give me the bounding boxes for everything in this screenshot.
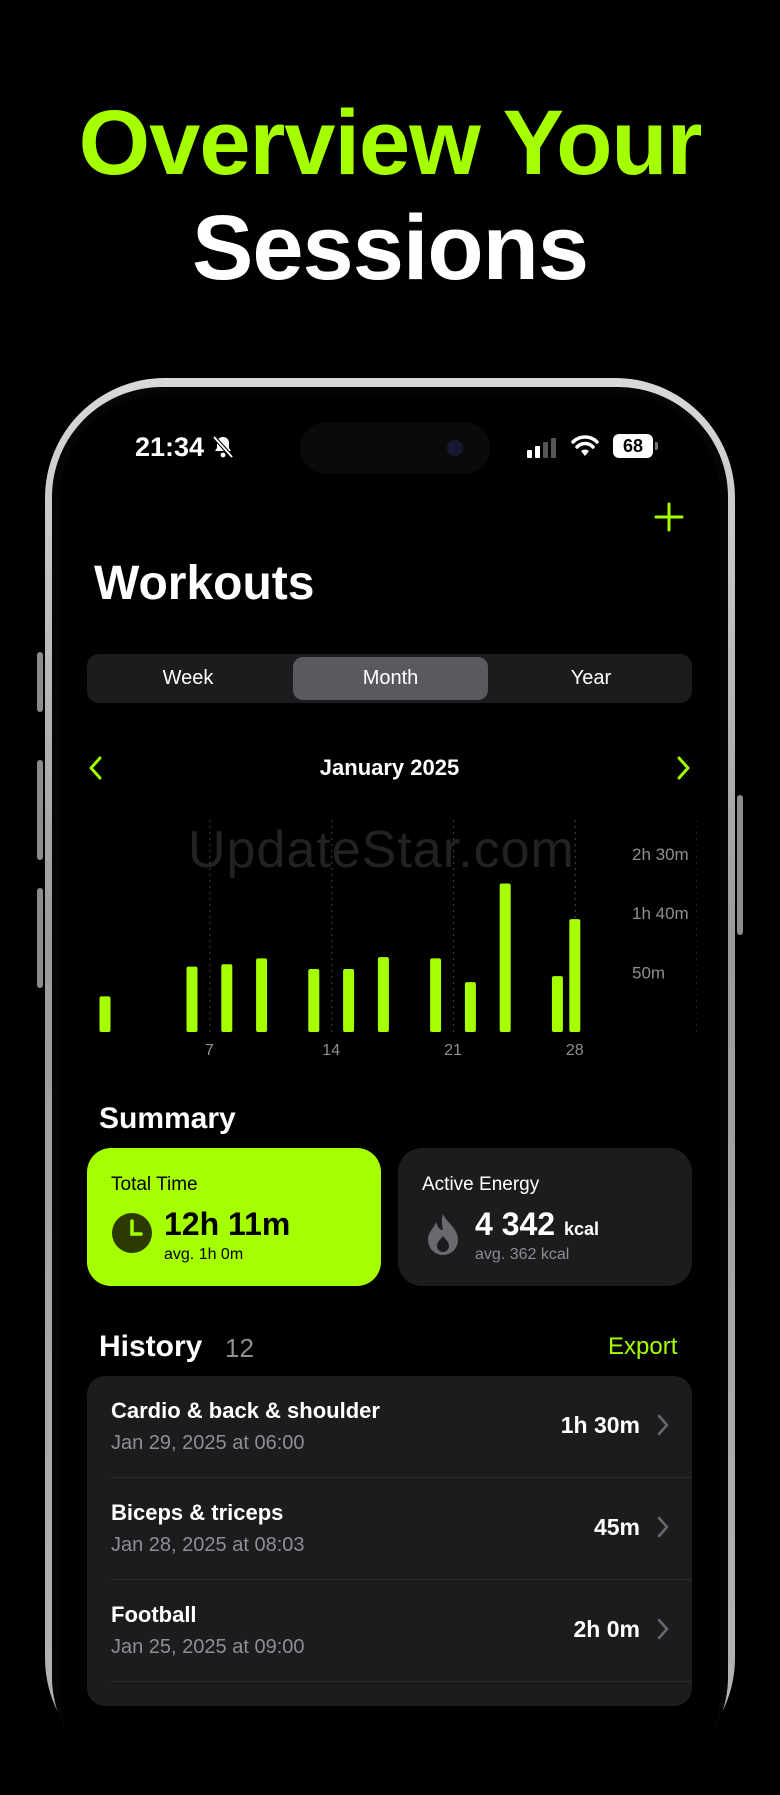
- workout-name: Football: [111, 1602, 197, 1627]
- x-axis-tick-label: 28: [566, 1042, 584, 1059]
- clock-icon: [112, 1213, 152, 1253]
- headline-line-2: Sessions: [192, 197, 589, 299]
- history-list: Cardio & back & shoulder Jan 29, 2025 at…: [87, 1376, 692, 1706]
- wifi-icon: [571, 435, 599, 456]
- y-axis-tick-label: 1h 40m: [632, 904, 689, 923]
- next-period-chevron-icon[interactable]: [674, 754, 692, 782]
- battery-tip: [655, 442, 658, 450]
- chart-bar: [343, 969, 355, 1032]
- x-axis-tick-label: 7: [205, 1042, 214, 1059]
- camera-icon: [447, 440, 463, 456]
- chevron-right-icon: [657, 1414, 669, 1436]
- workout-name: Cardio & back & shoulder: [111, 1398, 380, 1423]
- chart-bar: [308, 969, 320, 1032]
- export-button[interactable]: Export: [608, 1333, 677, 1361]
- silent-bell-icon: [212, 435, 234, 459]
- total-time-value: 12h 11m: [164, 1206, 291, 1242]
- x-axis-tick-label: 21: [444, 1042, 462, 1059]
- chart-bar: [377, 957, 389, 1032]
- segment-week[interactable]: Week: [87, 654, 289, 703]
- y-axis-tick-label: 2h 30m: [632, 845, 689, 864]
- history-heading: History: [99, 1330, 203, 1363]
- period-label: January 2025: [319, 755, 460, 780]
- history-item-1[interactable]: Cardio & back & shoulder Jan 29, 2025 at…: [87, 1376, 692, 1478]
- workout-name: Biceps & triceps: [111, 1500, 284, 1525]
- total-time-average: avg. 1h 0m: [164, 1246, 244, 1263]
- workout-date: Jan 25, 2025 at 09:00: [111, 1636, 305, 1658]
- chart-bar: [99, 996, 111, 1032]
- add-workout-button[interactable]: [652, 500, 686, 534]
- segment-month[interactable]: Month: [293, 657, 488, 700]
- segment-year[interactable]: Year: [490, 654, 692, 703]
- status-time: 21:34: [135, 432, 205, 462]
- chevron-right-icon: [657, 1618, 669, 1640]
- history-item-2[interactable]: Biceps & triceps Jan 28, 2025 at 08:03 4…: [87, 1478, 692, 1580]
- headline-line-1: Overview Your: [78, 92, 703, 194]
- workout-date: Jan 29, 2025 at 06:00: [111, 1432, 305, 1454]
- chart-bar: [430, 958, 442, 1032]
- chart-bar: [464, 982, 476, 1032]
- total-time-label: Total Time: [111, 1174, 198, 1195]
- chart-bar: [221, 964, 233, 1032]
- y-axis-tick-label: 50m: [632, 964, 665, 983]
- page-title: Workouts: [94, 557, 315, 610]
- period-segmented-control: Week Month Year: [87, 654, 692, 703]
- x-axis-tick-label: 14: [322, 1042, 340, 1059]
- period-navigator: January 2025: [87, 750, 692, 786]
- workout-duration: 2h 0m: [573, 1616, 640, 1642]
- row-divider: [111, 1681, 692, 1682]
- chart-bar: [551, 976, 563, 1032]
- chevron-right-icon: [657, 1516, 669, 1538]
- workout-duration: 1h 30m: [560, 1412, 640, 1438]
- active-energy-unit: kcal: [563, 1219, 600, 1239]
- battery-indicator: 68: [613, 434, 653, 458]
- active-energy-value: 4 342 kcal: [475, 1206, 599, 1243]
- previous-period-chevron-icon[interactable]: [87, 754, 105, 782]
- history-item-3[interactable]: Football Jan 25, 2025 at 09:00 2h 0m: [87, 1580, 692, 1682]
- history-count: 12: [225, 1333, 254, 1363]
- total-time-card[interactable]: Total Time 12h 11m avg. 1h 0m: [87, 1148, 381, 1286]
- active-energy-average: avg. 362 kcal: [475, 1246, 570, 1263]
- chart-bar: [569, 919, 581, 1032]
- phone-volume-up-button: [37, 760, 43, 860]
- monthly-workout-chart: 2h 30m 1h 40m 50m 7 14 21 28: [99, 820, 697, 1059]
- chart-bar: [256, 958, 268, 1032]
- active-energy-card[interactable]: Active Energy 4 342 kcal avg. 362 kcal: [398, 1148, 692, 1286]
- workout-date: Jan 28, 2025 at 08:03: [111, 1534, 305, 1556]
- workout-duration: 45m: [593, 1514, 640, 1540]
- flame-icon: [428, 1214, 458, 1255]
- chart-bar: [499, 883, 511, 1032]
- active-energy-number: 4 342: [475, 1206, 556, 1242]
- active-energy-label: Active Energy: [422, 1174, 540, 1195]
- chart-bar: [186, 966, 198, 1032]
- cellular-signal-icon: [527, 438, 556, 458]
- phone-power-button: [737, 795, 743, 935]
- phone-action-button: [37, 652, 43, 712]
- phone-volume-down-button: [37, 888, 43, 988]
- summary-heading: Summary: [99, 1102, 236, 1135]
